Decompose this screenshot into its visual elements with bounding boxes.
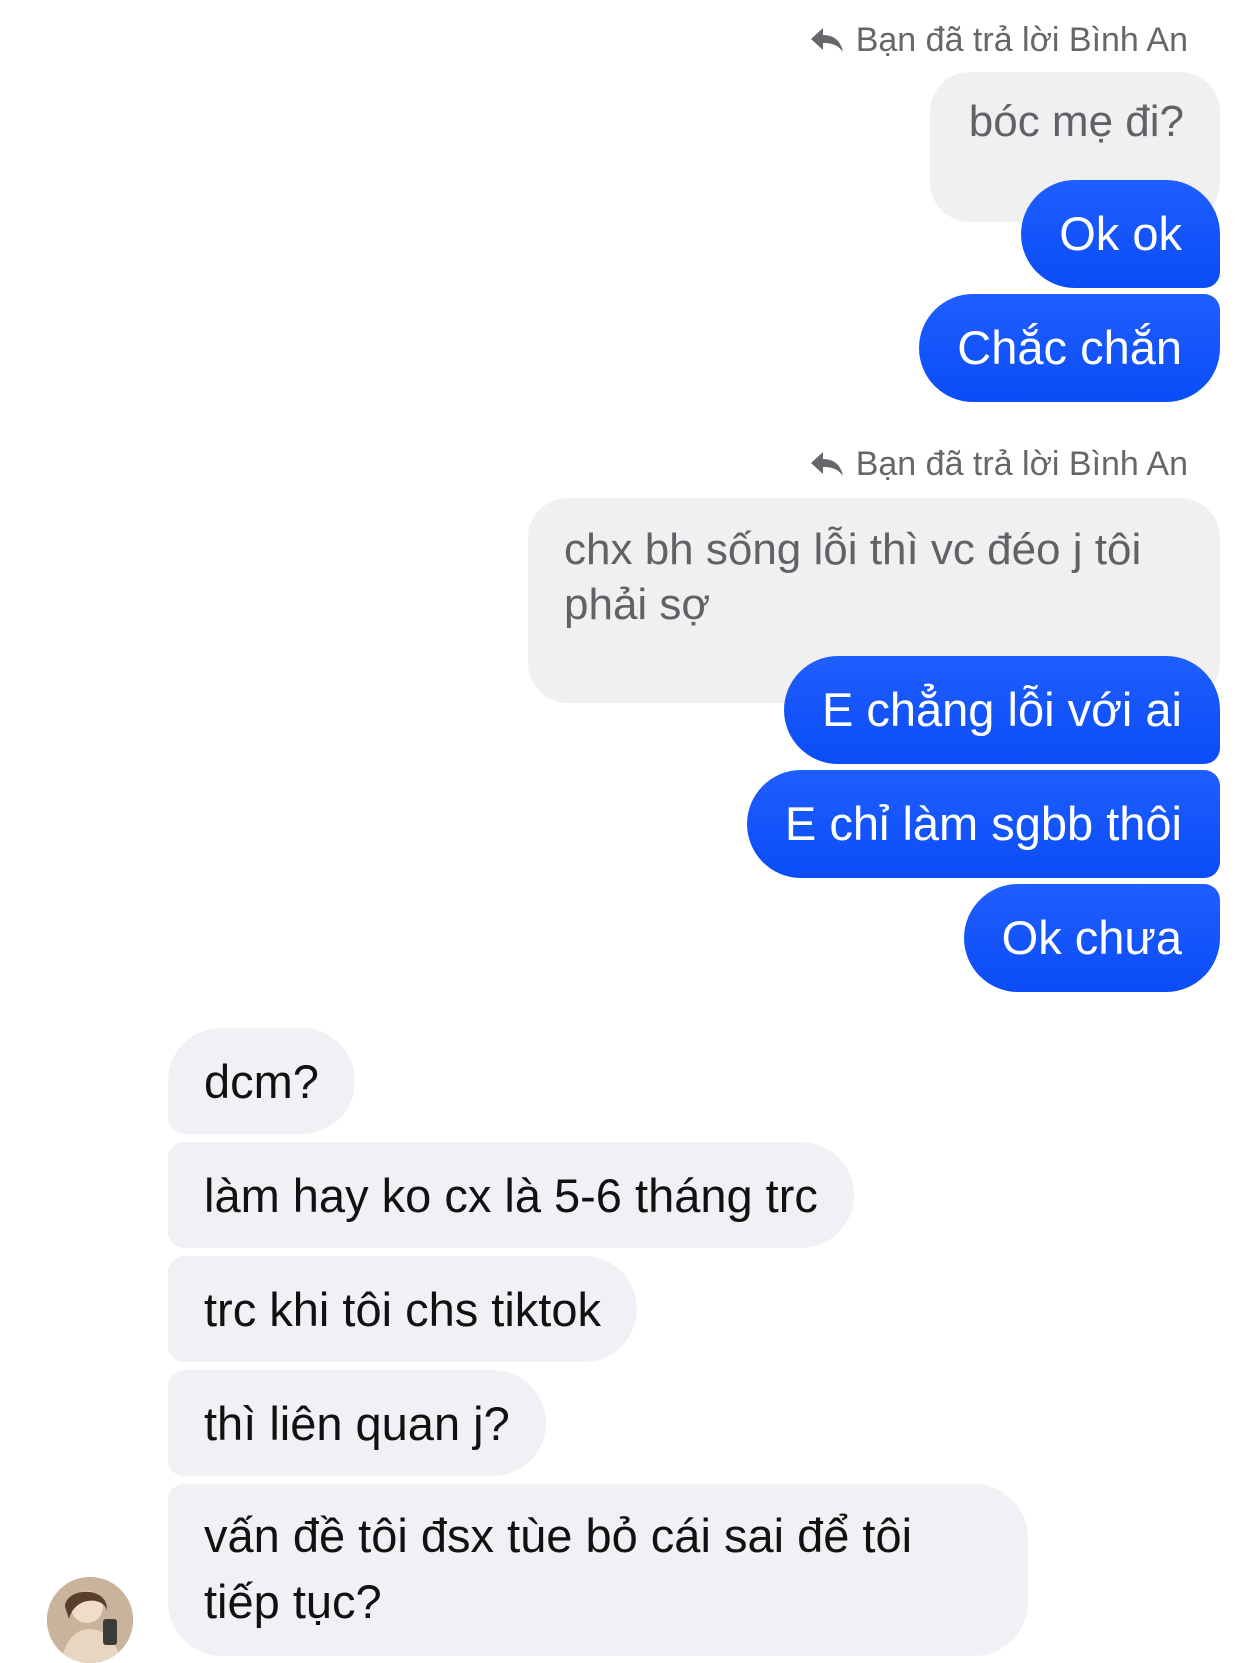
- outgoing-message[interactable]: Ok chưa: [963, 884, 1220, 992]
- message-text: Chắc chắn: [957, 321, 1182, 374]
- incoming-message[interactable]: trc khi tôi chs tiktok: [168, 1256, 637, 1362]
- reply-context-text: Bạn đã trả lời Bình An: [855, 444, 1188, 483]
- message-text: thì liên quan j?: [204, 1397, 510, 1450]
- message-text: Ok ok: [1059, 207, 1182, 260]
- message-text: E chỉ làm sgbb thôi: [784, 797, 1182, 850]
- reply-arrow-icon: [808, 24, 846, 56]
- incoming-message[interactable]: dcm?: [168, 1028, 355, 1134]
- outgoing-message[interactable]: Ok ok: [1021, 180, 1220, 288]
- message-text: vấn đề tôi đsx tùe bỏ cái sai để tôi tiế…: [204, 1509, 913, 1628]
- reply-context-label-2: Bạn đã trả lời Bình An: [808, 442, 1188, 486]
- reply-arrow-icon: [808, 448, 846, 480]
- message-text: dcm?: [204, 1055, 319, 1108]
- contact-avatar[interactable]: [47, 1577, 133, 1663]
- incoming-message[interactable]: làm hay ko cx là 5-6 tháng trc: [168, 1142, 854, 1248]
- message-text: Ok chưa: [1001, 911, 1182, 964]
- quoted-message-text: chx bh sống lỗi thì vc đéo j tôi phải sợ: [564, 525, 1142, 629]
- reply-context-text: Bạn đã trả lời Bình An: [855, 20, 1188, 59]
- incoming-message[interactable]: thì liên quan j?: [168, 1370, 546, 1476]
- incoming-message[interactable]: vấn đề tôi đsx tùe bỏ cái sai để tôi tiế…: [168, 1484, 1028, 1656]
- outgoing-message[interactable]: E chỉ làm sgbb thôi: [746, 770, 1220, 878]
- outgoing-message[interactable]: E chẳng lỗi với ai: [783, 656, 1220, 764]
- quoted-message-text: bóc mẹ đi?: [968, 97, 1184, 146]
- outgoing-message[interactable]: Chắc chắn: [919, 294, 1220, 402]
- message-text: làm hay ko cx là 5-6 tháng trc: [204, 1169, 818, 1222]
- reply-context-label-1: Bạn đã trả lời Bình An: [808, 18, 1188, 62]
- message-text: E chẳng lỗi với ai: [821, 683, 1182, 736]
- message-text: trc khi tôi chs tiktok: [204, 1283, 601, 1336]
